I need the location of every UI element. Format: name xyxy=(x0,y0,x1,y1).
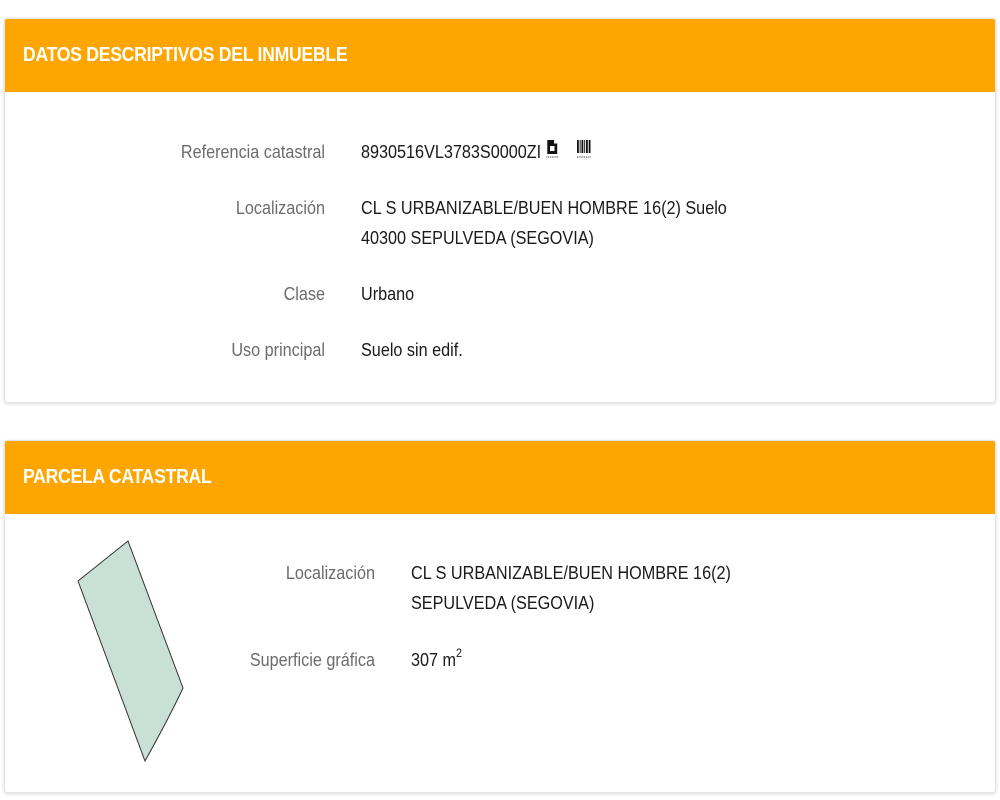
localizacion-value: CL S URBANIZABLE/BUEN HOMBRE 16(2) Suelo… xyxy=(361,193,727,253)
superficie-grafica-label: Superficie gráfica xyxy=(249,650,375,670)
localizacion-line2: 40300 SEPULVEDA (SEGOVIA) xyxy=(361,228,594,248)
descriptive-data-header: DATOS DESCRIPTIVOS DEL INMUEBLE xyxy=(5,19,995,92)
row-referencia-catastral: Referencia catastral 8930516VL3783S0000Z… xyxy=(5,137,618,167)
superficie-grafica-value: 307 m2 xyxy=(411,645,462,675)
row-superficie-grafica: Superficie gráfica 307 m2 xyxy=(5,645,468,675)
parcela-catastral-card: PARCELA CATASTRAL Localización CL S URBA… xyxy=(4,440,996,793)
parcela-localizacion-value: CL S URBANIZABLE/BUEN HOMBRE 16(2) SEPUL… xyxy=(411,558,731,618)
descriptive-data-card: DATOS DESCRIPTIVOS DEL INMUEBLE Referenc… xyxy=(4,18,996,403)
parcela-localizacion-label: Localización xyxy=(285,563,375,583)
referencia-catastral-value: 8930516VL3783S0000ZI xyxy=(361,142,542,162)
parcela-catastral-title: PARCELA CATASTRAL xyxy=(23,466,212,488)
row-uso-principal: Uso principal Suelo sin edif. xyxy=(5,335,474,365)
clase-value: Urbano xyxy=(361,284,415,304)
clase-label: Clase xyxy=(283,284,325,304)
referencia-catastral-value-wrap: 8930516VL3783S0000ZI xyxy=(361,137,592,167)
parcela-localizacion-line1: CL S URBANIZABLE/BUEN HOMBRE 16(2) xyxy=(411,563,731,583)
parcela-catastral-header: PARCELA CATASTRAL xyxy=(5,441,995,514)
row-localizacion: Localización CL S URBANIZABLE/BUEN HOMBR… xyxy=(5,193,767,253)
localizacion-label: Localización xyxy=(235,198,325,218)
row-clase: Clase Urbano xyxy=(5,279,420,309)
localizacion-line1: CL S URBANIZABLE/BUEN HOMBRE 16(2) Suelo xyxy=(361,198,727,218)
superficie-unit-superscript: 2 xyxy=(456,646,463,660)
parcela-localizacion-line2: SEPULVEDA (SEGOVIA) xyxy=(411,593,595,613)
uso-principal-label: Uso principal xyxy=(231,340,325,360)
descriptive-data-title: DATOS DESCRIPTIVOS DEL INMUEBLE xyxy=(23,44,348,66)
copy-document-icon[interactable] xyxy=(546,137,560,167)
barcode-icon[interactable] xyxy=(576,137,592,167)
uso-principal-value: Suelo sin edif. xyxy=(361,340,463,360)
row-parcela-localizacion: Localización CL S URBANIZABLE/BUEN HOMBR… xyxy=(5,558,766,618)
referencia-catastral-label: Referencia catastral xyxy=(180,142,325,162)
superficie-grafica-number: 307 m xyxy=(411,650,457,670)
